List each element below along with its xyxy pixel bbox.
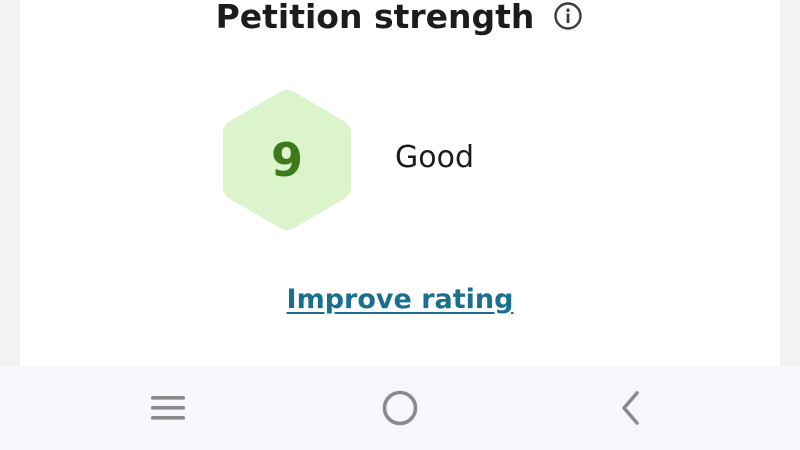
home-icon[interactable] bbox=[370, 384, 430, 432]
rating-label: Good bbox=[395, 140, 474, 175]
score-hexagon: 9 bbox=[222, 88, 352, 232]
improve-rating-link[interactable]: Improve rating bbox=[20, 284, 780, 315]
title-row: Petition strength bbox=[20, 0, 780, 44]
score-value: 9 bbox=[270, 133, 303, 187]
info-icon[interactable] bbox=[552, 0, 584, 32]
score-row: 9 Good bbox=[222, 88, 622, 232]
back-icon[interactable] bbox=[600, 384, 660, 432]
system-navigation-bar bbox=[0, 366, 800, 450]
petition-strength-card: Petition strength 9 Good Improve rating bbox=[20, 0, 780, 366]
card-title: Petition strength bbox=[215, 0, 535, 36]
menu-icon[interactable] bbox=[139, 384, 199, 432]
screen: Petition strength 9 Good Improve rating bbox=[0, 0, 800, 450]
